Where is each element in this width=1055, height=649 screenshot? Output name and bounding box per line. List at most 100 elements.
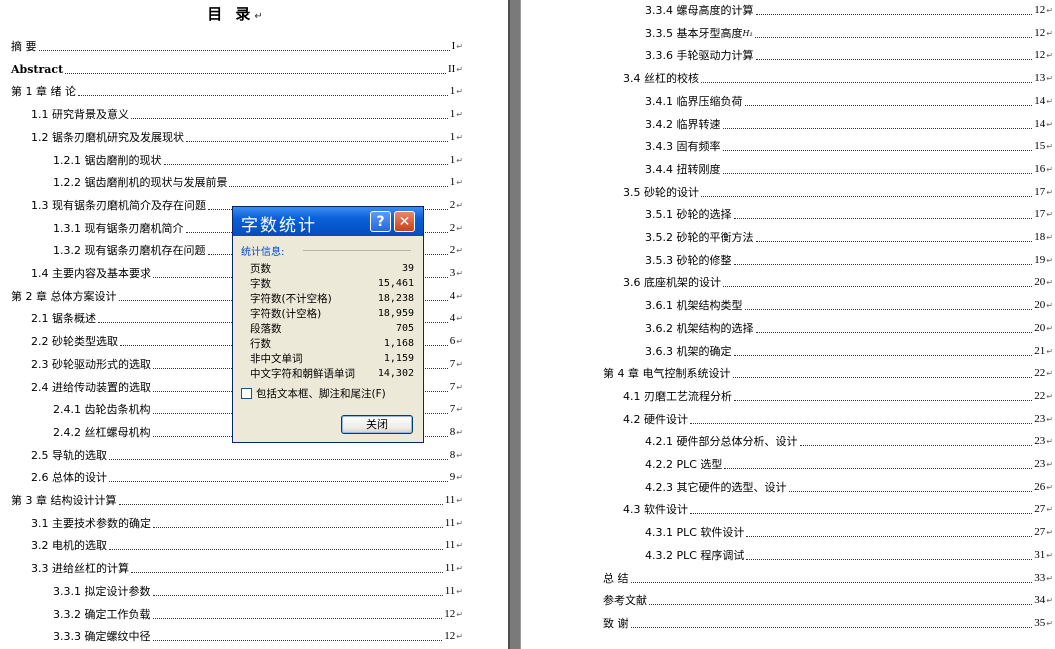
toc-entry-text: 3.4.4 扭转刚度 — [645, 162, 721, 176]
toc-page-number: 22 — [1034, 389, 1053, 404]
toc-page-number: 11 — [445, 561, 463, 576]
stat-label: 段落数 — [250, 323, 282, 335]
toc-page-number: 11 — [445, 538, 463, 553]
stat-value: 1,159 — [383, 353, 414, 364]
toc-entry-symbol: H₁ — [742, 28, 753, 38]
toc-entry-text: 1.2.2 锯齿磨削机的现状与发展前景 — [53, 176, 228, 190]
toc-page-number: 4 — [450, 311, 463, 326]
toc-entry: 3.4 丝杠的校核 13 — [623, 70, 1053, 86]
dialog-titlebar[interactable]: 字数统计 ? ✕ — [233, 207, 423, 236]
toc-dot-leader — [754, 36, 1033, 38]
toc-dot-leader — [229, 186, 448, 188]
toc-entry: 2.5 导轨的选取 8 — [31, 447, 463, 463]
toc-page-number: 23 — [1034, 457, 1053, 472]
stat-value: 18,959 — [377, 308, 414, 319]
stat-row: 字符数(不计空格) 18,238 — [250, 292, 414, 306]
toc-entry-text: 3.5.2 砂轮的平衡方法 — [645, 231, 754, 244]
help-button[interactable]: ? — [370, 211, 391, 232]
toc-page-number: 20 — [1034, 321, 1053, 336]
toc-page-number: 7 — [450, 380, 463, 395]
stat-row: 行数 1,168 — [250, 337, 414, 351]
stats-section-label: 统计信息: — [241, 247, 285, 258]
toc-entry-text: 第 1 章 绪 论 — [11, 85, 76, 99]
toc-entry: 3.4.3 固有频率 15 — [645, 138, 1053, 154]
toc-page-number: 31 — [1034, 548, 1053, 563]
toc-page-number: II — [448, 62, 463, 77]
close-button[interactable]: 关闭 — [341, 415, 413, 434]
toc-entry: 3.3.4 螺母高度的计算 12 — [645, 2, 1053, 18]
toc-page-number: 12 — [444, 629, 463, 644]
toc-page-number: 1 — [450, 84, 463, 99]
section-divider — [303, 250, 411, 251]
toc-entry: 1.2.2 锯齿磨削机的现状与发展前景 1 — [53, 174, 463, 190]
toc-entry-text: 2.4 进给传动装置的选取 — [31, 380, 151, 394]
stat-label: 行数 — [250, 338, 271, 350]
word-count-dialog[interactable]: 字数统计 ? ✕ 统计信息: 页数 39 字数 15,461 字符数(不计空格) 18,2… — [232, 206, 424, 443]
toc-dot-leader — [733, 218, 1033, 220]
toc-page-number: 1 — [450, 175, 463, 190]
stat-value: 15,461 — [377, 278, 414, 289]
toc-dot-leader — [690, 422, 1033, 424]
toc-dot-leader — [722, 172, 1033, 174]
toc-entry: 3.3.5 基本牙型高度 H₁ 12 — [645, 25, 1053, 41]
stat-row: 字数 15,461 — [250, 277, 414, 291]
toc-page-number: 34 — [1034, 593, 1053, 608]
toc-dot-leader — [65, 72, 446, 74]
toc-entry-text: 1.4 主要内容及基本要求 — [31, 267, 151, 280]
toc-dot-leader — [153, 526, 443, 528]
toc-entry-text: 4.3.1 PLC 软件设计 — [645, 526, 745, 540]
toc-page-number: 4 — [450, 289, 463, 304]
toc-entry-text: 3.3.4 螺母高度的计算 — [645, 4, 754, 17]
toc-entry: 4.1 刃磨工艺流程分析 22 — [623, 388, 1053, 404]
include-textboxes-checkbox[interactable]: 包括文本框、脚注和尾注(F) — [241, 387, 386, 401]
toc-entry: 3.5.3 砂轮的修整 19 — [645, 252, 1053, 268]
toc-dot-leader — [732, 377, 1033, 379]
toc-dot-leader — [152, 594, 443, 596]
close-icon[interactable]: ✕ — [394, 211, 415, 232]
toc-entry: 摘 要I — [11, 38, 463, 54]
toc-dot-leader — [118, 504, 443, 505]
toc-page-number: 14 — [1034, 94, 1053, 109]
toc-page-number: 22 — [1034, 366, 1053, 381]
stat-label: 字符数(计空格) — [250, 308, 322, 320]
checkbox-icon[interactable] — [241, 388, 252, 399]
toc-entry-text: 3.3 进给丝杠的计算 — [31, 562, 129, 576]
toc-dot-leader — [163, 163, 448, 165]
toc-dot-leader — [733, 354, 1033, 356]
toc-page-number: 21 — [1034, 344, 1053, 359]
toc-page-number: 16 — [1034, 162, 1053, 177]
stat-value: 14,302 — [377, 368, 414, 379]
toc-entry-text: 2.5 导轨的选取 — [31, 448, 107, 462]
toc-entry-text: 1.2 锯条刃磨机研究及发展现状 — [31, 130, 184, 144]
toc-page-number: 20 — [1034, 275, 1053, 290]
toc-dot-leader — [788, 490, 1033, 492]
toc-entry-text: 2.2 砂轮类型选取 — [31, 335, 118, 349]
toc-entry-text: Abstract — [11, 62, 64, 76]
toc-dot-leader — [630, 581, 1033, 583]
toc-entry: 1.2 锯条刃磨机研究及发展现状 1 — [31, 129, 463, 145]
stat-label: 字数 — [250, 278, 271, 290]
toc-entry: 3.6.3 机架的确定 21 — [645, 343, 1053, 359]
toc-entry-text: 3.6 底座机架的设计 — [623, 276, 721, 290]
toc-page-number: 26 — [1034, 480, 1053, 495]
toc-entry-text: 3.3.6 手轮驱动力计算 — [645, 49, 754, 63]
toc-dot-leader — [109, 458, 448, 460]
toc-entry-text: 3.3.2 确定工作负载 — [53, 607, 151, 621]
stat-label: 中文字符和朝鲜语单词 — [250, 368, 355, 380]
toc-entry-text: 3.2 电机的选取 — [31, 539, 107, 553]
toc-page-number: 15 — [1034, 139, 1053, 154]
toc-dot-leader — [78, 95, 448, 97]
toc-entry-text: 第 3 章 结构设计计算 — [11, 494, 117, 507]
toc-dot-leader — [649, 604, 1033, 606]
toc-entry-text: 3.5.3 砂轮的修整 — [645, 253, 732, 267]
toc-page-number: 23 — [1034, 434, 1053, 449]
toc-page-number: 17 — [1034, 185, 1053, 200]
toc-entry: 3.1 主要技术参数的确定 11 — [31, 515, 463, 531]
toc-dot-leader — [734, 399, 1033, 401]
toc-entry-text: 3.4.2 临界转速 — [645, 117, 721, 131]
stat-row: 字符数(计空格) 18,959 — [250, 307, 414, 321]
dialog-title: 字数统计 — [241, 216, 317, 236]
toc-dot-leader — [755, 331, 1033, 333]
toc-dot-leader — [744, 104, 1033, 106]
toc-entry-text: 4.2.1 硬件部分总体分析、设计 — [645, 435, 798, 449]
